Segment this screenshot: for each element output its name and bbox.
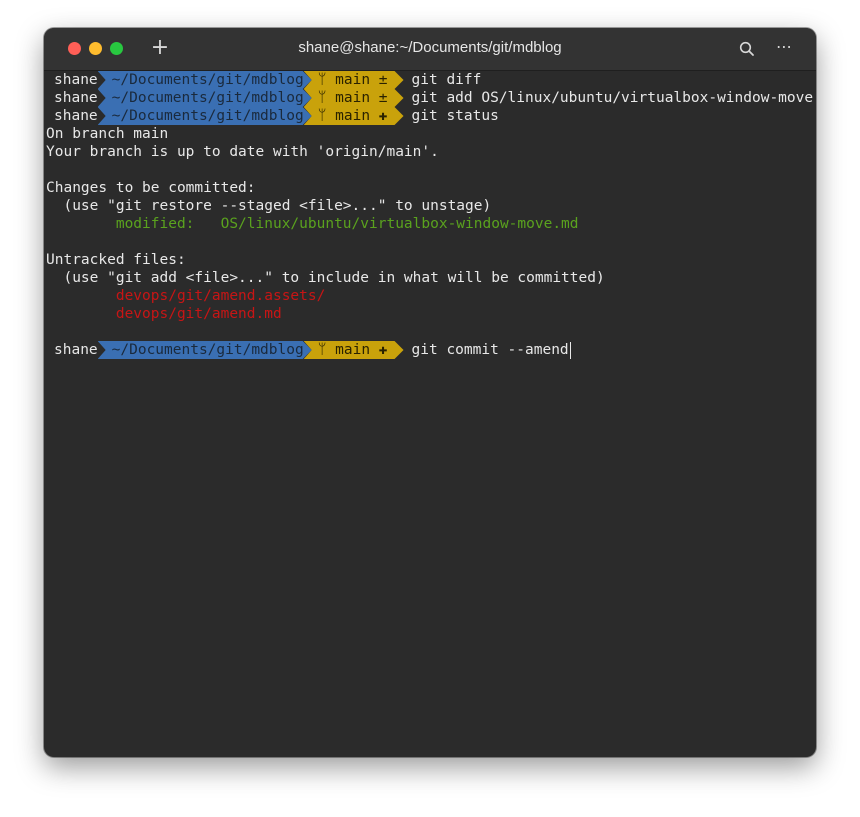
staged-file-line: modified: OS/linux/ubuntu/virtualbox-win…: [46, 216, 579, 232]
window-title: shane@shane:~/Documents/git/mdblog: [298, 39, 562, 56]
prompt-user: shane: [46, 107, 104, 125]
prompt-command: git diff: [411, 72, 482, 88]
prompt-git-branch: ᛘ main ✚: [304, 341, 404, 359]
search-icon[interactable]: [738, 40, 756, 58]
command-input[interactable]: git commit --amend: [404, 341, 569, 359]
prompt-command: git add OS/linux/ubuntu/virtualbox-windo…: [411, 90, 816, 106]
prompt-line: shane ~/Documents/git/mdblog ᛘ main ± gi…: [46, 71, 816, 89]
output-line: Changes to be committed:: [46, 180, 256, 196]
output-line: (use "git add <file>..." to include in w…: [46, 270, 605, 286]
prompt-path: ~/Documents/git/mdblog: [98, 89, 312, 107]
prompt-line: shane ~/Documents/git/mdblog ᛘ main ✚ gi…: [46, 107, 816, 125]
untracked-file-line: devops/git/amend.assets/: [46, 288, 326, 304]
prompt-path: ~/Documents/git/mdblog: [98, 341, 312, 359]
current-prompt-line[interactable]: shane ~/Documents/git/mdblog ᛘ main ✚ gi…: [46, 341, 816, 359]
terminal-output[interactable]: shane ~/Documents/git/mdblog ᛘ main ± gi…: [46, 71, 816, 757]
prompt-line: shane ~/Documents/git/mdblog ᛘ main ± gi…: [46, 89, 816, 107]
terminal-window: + shane@shane:~/Documents/git/mdblog ⋯ s…: [44, 28, 816, 757]
prompt-git-branch: ᛘ main ✚: [304, 107, 404, 125]
output-line: Your branch is up to date with 'origin/m…: [46, 144, 439, 160]
prompt-user: shane: [46, 89, 104, 107]
prompt-path: ~/Documents/git/mdblog: [98, 71, 312, 89]
prompt-path: ~/Documents/git/mdblog: [98, 107, 312, 125]
prompt-user: shane: [46, 71, 104, 89]
untracked-file-line: devops/git/amend.md: [46, 306, 282, 322]
prompt-user: shane: [46, 341, 104, 359]
more-icon[interactable]: ⋯: [774, 37, 794, 57]
output-line: (use "git restore --staged <file>..." to…: [46, 198, 492, 214]
prompt-command: git status: [411, 108, 499, 124]
prompt-git-branch: ᛘ main ±: [304, 89, 404, 107]
title-bar[interactable]: + shane@shane:~/Documents/git/mdblog ⋯: [44, 28, 816, 71]
prompt-git-branch: ᛘ main ±: [304, 71, 404, 89]
output-line: Untracked files:: [46, 252, 186, 268]
output-line: On branch main: [46, 126, 169, 142]
text-cursor: [569, 341, 571, 359]
